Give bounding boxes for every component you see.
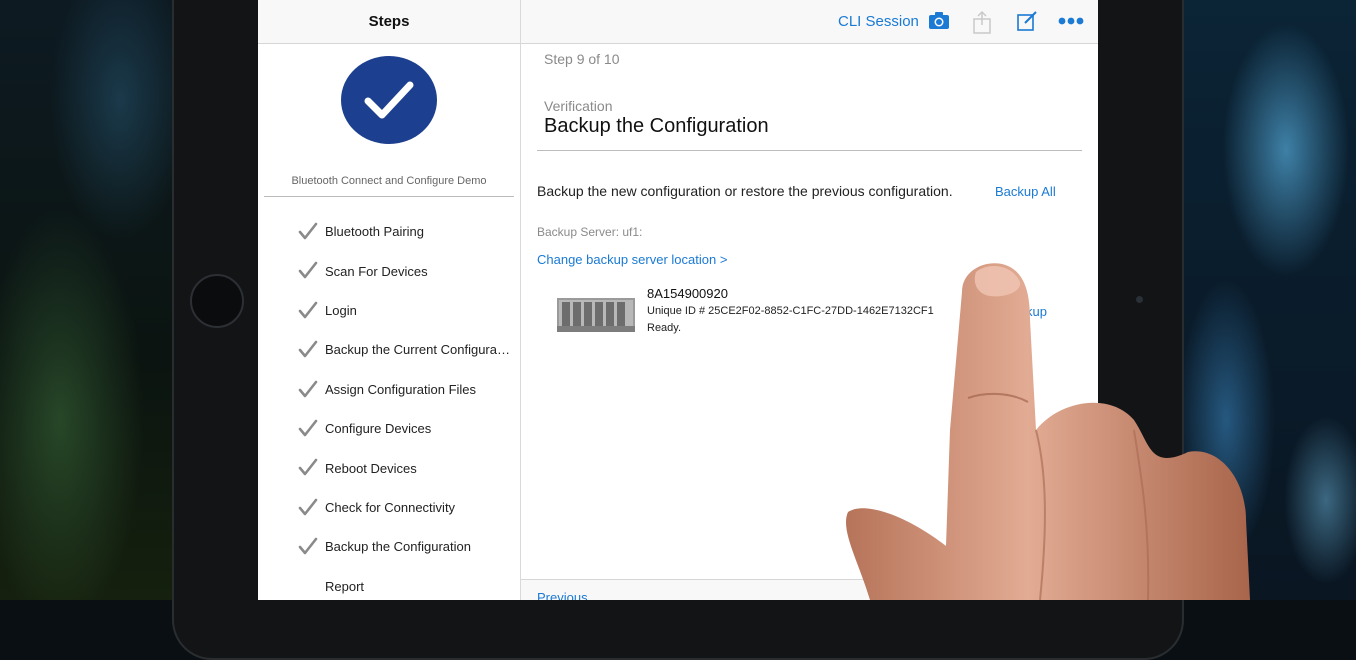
checkmark-icon xyxy=(298,498,318,516)
step-label: Configure Devices xyxy=(325,421,432,437)
checkmark-icon xyxy=(298,262,318,279)
steps-sidebar: Steps Bluetooth Connect and Configure De… xyxy=(258,0,521,600)
device-backup-button[interactable]: kup xyxy=(1026,304,1047,319)
step-item[interactable]: Configure Devices xyxy=(258,409,520,448)
checkmark-icon xyxy=(298,537,318,555)
main-panel: CLI Session Step 9 of 10 Verification Ba… xyxy=(521,0,1098,600)
completed-check-icon xyxy=(341,56,437,144)
front-camera xyxy=(1136,296,1143,303)
checkmark-icon xyxy=(298,222,318,240)
demo-title: Bluetooth Connect and Configure Demo xyxy=(291,175,487,187)
checkmark-icon xyxy=(298,340,318,358)
change-backup-location-link[interactable]: Change backup server location > xyxy=(537,252,727,267)
device-image xyxy=(557,298,635,332)
checkmark-icon xyxy=(298,419,318,437)
bottom-nav-bar: Previous xyxy=(521,579,1098,600)
sidebar-title: Steps xyxy=(258,0,520,44)
step-label: Backup the Configuration xyxy=(325,539,471,555)
camera-icon[interactable] xyxy=(928,10,950,37)
step-item[interactable]: Check for Connectivity xyxy=(258,488,520,527)
background-right xyxy=(1166,0,1356,600)
step-item[interactable]: Reboot Devices xyxy=(258,448,520,487)
app-screen: Steps Bluetooth Connect and Configure De… xyxy=(258,0,1098,600)
step-item[interactable]: Report xyxy=(258,567,520,600)
section-label: Verification xyxy=(544,98,613,114)
backup-all-button[interactable]: Backup All xyxy=(995,184,1056,199)
intro-text: Backup the new configuration or restore … xyxy=(537,183,953,199)
step-label: Login xyxy=(325,302,357,318)
step-item[interactable]: Assign Configuration Files xyxy=(258,370,520,409)
cli-session-button[interactable]: CLI Session xyxy=(838,13,919,30)
device-status: Ready. xyxy=(647,322,682,334)
step-item[interactable]: Scan For Devices xyxy=(258,251,520,290)
more-icon[interactable] xyxy=(1058,14,1084,33)
divider xyxy=(537,150,1082,151)
step-label: Backup the Current Configurat... xyxy=(325,342,510,358)
step-item[interactable]: Login xyxy=(258,291,520,330)
step-label: Scan For Devices xyxy=(325,263,428,279)
steps-list: Bluetooth Pairing Scan For Devices Login Ba… xyxy=(258,212,520,600)
background-left xyxy=(0,0,180,600)
step-item[interactable]: Backup the Current Configurat... xyxy=(258,330,520,369)
step-label: Check for Connectivity xyxy=(325,499,456,515)
divider xyxy=(264,196,514,197)
home-button[interactable] xyxy=(190,274,244,328)
checkmark-icon xyxy=(298,380,318,397)
page-title: Backup the Configuration xyxy=(544,115,769,137)
step-label: Bluetooth Pairing xyxy=(325,224,425,240)
step-label: Report xyxy=(325,578,365,594)
device-unique-id: Unique ID # 25CE2F02-8852-C1FC-27DD-1462… xyxy=(647,305,934,317)
step-item[interactable]: Backup the Configuration xyxy=(258,527,520,566)
checkmark-icon xyxy=(298,301,318,319)
checkmark-icon xyxy=(298,459,318,476)
compose-icon[interactable] xyxy=(1016,10,1038,37)
toolbar: CLI Session xyxy=(521,0,1098,44)
step-label: Assign Configuration Files xyxy=(325,381,477,397)
backup-server-label: Backup Server: uf1: xyxy=(537,225,643,239)
step-item[interactable]: Bluetooth Pairing xyxy=(258,212,520,251)
device-name: 8A154900920 xyxy=(647,286,728,301)
step-label: Reboot Devices xyxy=(325,460,417,476)
previous-button[interactable]: Previous xyxy=(537,590,588,600)
share-icon[interactable] xyxy=(972,10,992,39)
step-counter: Step 9 of 10 xyxy=(544,51,620,67)
